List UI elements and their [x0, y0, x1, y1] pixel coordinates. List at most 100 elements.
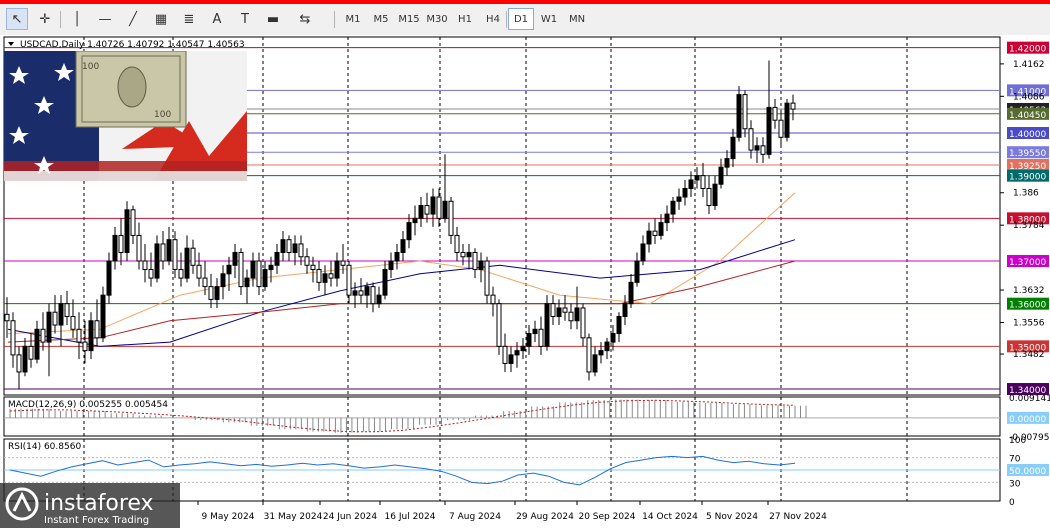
- candle-body: [220, 273, 226, 288]
- candle-body: [544, 303, 550, 347]
- candle-body: [310, 264, 316, 271]
- timeframe-h4-button[interactable]: H4: [480, 8, 506, 30]
- candle-body: [364, 286, 370, 296]
- candle-body: [166, 239, 172, 262]
- x-axis-date-label: 29 Aug 2024: [516, 512, 574, 522]
- candle-body: [448, 200, 454, 236]
- timeframe-m30-button[interactable]: M30: [424, 8, 450, 30]
- candle-body: [64, 303, 70, 317]
- timeframe-mn-button[interactable]: MN: [564, 8, 590, 30]
- rsi-mid-label: 50.0000: [1009, 467, 1046, 477]
- rsi-tick-label: 100: [1009, 436, 1026, 446]
- level-price-label: 1.40450: [1009, 111, 1046, 121]
- y-tick-label: 1.3556: [1013, 318, 1045, 328]
- svg-text:Instant Forex Trading: Instant Forex Trading: [44, 515, 149, 526]
- vertical-line-icon: │: [73, 11, 81, 27]
- rectangle-tool[interactable]: ▬: [262, 8, 284, 30]
- candle-body: [472, 251, 478, 271]
- candle-body: [514, 350, 520, 356]
- y-tick-label: 1.4162: [1013, 60, 1045, 70]
- candle-body: [724, 158, 730, 168]
- x-axis-date-label: 9 May 2024: [202, 512, 255, 522]
- level-price-label: 1.36000: [1009, 301, 1046, 311]
- toolbar-separator: [334, 11, 335, 28]
- y-tick-label: 1.3784: [1013, 221, 1045, 231]
- candle-body: [550, 303, 556, 317]
- level-price-label: 1.40000: [1009, 130, 1046, 140]
- candle-body: [772, 106, 778, 121]
- candle-body: [208, 286, 214, 300]
- level-price-label: 1.39550: [1009, 149, 1046, 159]
- candle-body: [730, 136, 736, 160]
- toolbar: ↖ ✛ │ — ╱ ▦ ≣ A T ▬ ⇆ M1 M5 M15 M30 H1 H4 D1 W1 MN: [0, 4, 1050, 36]
- candle-body: [502, 345, 508, 364]
- candle-body: [670, 200, 676, 215]
- cursor-tool[interactable]: ↖: [6, 8, 28, 30]
- timeframe-m5-button[interactable]: M5: [368, 8, 394, 30]
- x-axis-date-label: 5 Nov 2024: [706, 512, 758, 522]
- timeframe-h1-button[interactable]: H1: [452, 8, 478, 30]
- crosshair-icon: ✛: [39, 11, 51, 27]
- trendline-tool[interactable]: ╱: [122, 8, 144, 30]
- vertical-line-tool[interactable]: │: [66, 8, 88, 30]
- candle-body: [130, 209, 136, 236]
- candle-body: [592, 354, 598, 373]
- candle-body: [334, 260, 340, 279]
- timeframe-m1-button[interactable]: M1: [340, 8, 366, 30]
- candle-body: [616, 315, 622, 335]
- macd-tick-label: 0.009141: [1009, 394, 1050, 404]
- candle-body: [784, 102, 790, 138]
- candle-body: [574, 307, 580, 322]
- timeframe-d1-button[interactable]: D1: [508, 8, 534, 30]
- candle-body: [664, 213, 670, 224]
- timeframe-w1-button[interactable]: W1: [536, 8, 562, 30]
- candle-body: [742, 94, 748, 130]
- candle-body: [94, 320, 100, 339]
- candle-body: [454, 234, 460, 253]
- candle-body: [532, 328, 538, 335]
- candle-body: [538, 328, 544, 347]
- candle-body: [190, 247, 196, 266]
- chart-header-label: USDCAD,Daily 1.40726 1.40792 1.40547 1.4…: [20, 40, 245, 50]
- level-price-label: 1.39000: [1009, 173, 1046, 183]
- candle-body: [154, 243, 160, 279]
- candle-body: [328, 273, 334, 279]
- candle-body: [496, 303, 502, 347]
- candle-body: [118, 234, 124, 253]
- candle-body: [682, 187, 688, 198]
- candle-body: [100, 294, 106, 339]
- candle-body: [706, 187, 712, 207]
- candle-body: [694, 175, 700, 181]
- y-tick-label: 1.3482: [1013, 350, 1045, 360]
- toolbar-separator: [506, 11, 507, 28]
- x-axis-date-label: 7 Aug 2024: [449, 512, 501, 522]
- timeframe-m15-button[interactable]: M15: [396, 8, 422, 30]
- candle-body: [700, 175, 706, 189]
- horizontal-line-tool[interactable]: —: [94, 8, 116, 30]
- candle-body: [184, 247, 190, 279]
- candle-body: [646, 230, 652, 245]
- rsi-tick-label: 30: [1009, 479, 1021, 489]
- candle-body: [388, 260, 394, 271]
- candle-body: [460, 251, 466, 258]
- candle-body: [316, 269, 322, 283]
- candle-body: [10, 320, 16, 356]
- candle-body: [676, 196, 682, 202]
- shapes-tool[interactable]: ⇆: [294, 8, 316, 30]
- crosshair-tool[interactable]: ✛: [34, 8, 56, 30]
- candle-body: [82, 341, 88, 352]
- text-label-tool[interactable]: T: [234, 8, 256, 30]
- candle-body: [658, 222, 664, 236]
- candle-body: [16, 354, 22, 373]
- candle-body: [256, 260, 262, 288]
- channel-tool[interactable]: ▦: [150, 8, 172, 30]
- fibonacci-tool[interactable]: ≣: [178, 8, 200, 30]
- candle-body: [28, 345, 34, 360]
- candle-body: [754, 145, 760, 151]
- candle-body: [406, 222, 412, 241]
- candle-body: [46, 311, 52, 343]
- candle-body: [22, 345, 28, 373]
- text-tool[interactable]: A: [206, 8, 228, 30]
- candle-body: [250, 260, 256, 279]
- candle-body: [304, 256, 310, 266]
